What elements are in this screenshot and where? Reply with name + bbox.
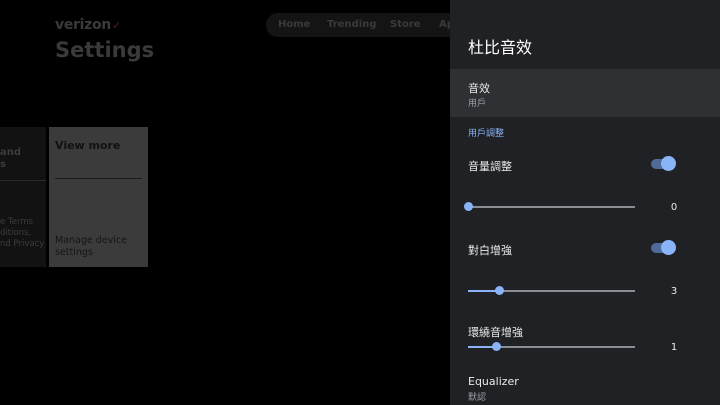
view-more-card[interactable]: View more Manage device settings bbox=[49, 127, 148, 267]
sound-effect-row[interactable] bbox=[450, 69, 720, 117]
toggle-thumb bbox=[661, 240, 676, 255]
manage-device-text: Manage device settings bbox=[55, 235, 127, 258]
nav-store[interactable]: Store bbox=[390, 19, 421, 30]
nav-trending[interactable]: Trending bbox=[327, 19, 376, 30]
brand-name: verizon bbox=[55, 17, 111, 33]
surround-enhancer-label: 環繞音增強 bbox=[468, 326, 523, 339]
dolby-audio-panel: 杜比音效 音效 用戶 用戶調整 音量調整 0 對白增強 3 環繞音增強 1 Eq… bbox=[450, 0, 720, 405]
surround-enhancer-value: 1 bbox=[670, 342, 678, 353]
slider-knob[interactable] bbox=[491, 342, 501, 351]
toggle-thumb bbox=[661, 156, 676, 171]
nav-home[interactable]: Home bbox=[278, 19, 310, 30]
page-title: Settings bbox=[55, 38, 155, 62]
slider-knob[interactable] bbox=[463, 202, 473, 211]
sound-effect-value: 用戶 bbox=[468, 99, 487, 109]
card-heading: and s bbox=[0, 147, 22, 170]
card-divider bbox=[0, 180, 46, 181]
volume-leveler-label: 音量調整 bbox=[468, 160, 512, 173]
equalizer-label[interactable]: Equalizer bbox=[468, 375, 519, 388]
dialogue-enhancer-label: 對白增強 bbox=[468, 244, 512, 257]
volume-leveler-toggle[interactable] bbox=[651, 156, 677, 171]
settings-card-partial[interactable]: and s e Terms ditions, nd Privacy bbox=[0, 127, 46, 267]
top-nav-bar: Home Trending Store Ap bbox=[266, 13, 450, 37]
slider-knob[interactable] bbox=[494, 286, 504, 295]
section-header-user-adjust: 用戶調整 bbox=[468, 129, 505, 139]
verizon-check-icon: ✓ bbox=[111, 19, 121, 32]
verizon-logo: verizon✓ bbox=[55, 17, 121, 33]
slider-rail bbox=[468, 206, 635, 208]
nav-apps[interactable]: Ap bbox=[439, 19, 450, 30]
card-divider bbox=[55, 178, 142, 179]
background-settings-screen: verizon✓ Settings Home Trending Store Ap… bbox=[0, 0, 450, 405]
card-text: e Terms ditions, nd Privacy bbox=[0, 217, 45, 249]
dialogue-enhancer-value: 3 bbox=[670, 286, 678, 297]
dialogue-enhancer-slider[interactable] bbox=[468, 286, 635, 296]
panel-title: 杜比音效 bbox=[468, 38, 533, 57]
volume-leveler-value: 0 bbox=[670, 202, 678, 213]
volume-leveler-slider[interactable] bbox=[463, 202, 635, 212]
dialogue-enhancer-toggle[interactable] bbox=[651, 240, 677, 255]
surround-enhancer-slider[interactable] bbox=[468, 342, 635, 352]
equalizer-value: 默認 bbox=[468, 393, 487, 403]
sound-effect-label: 音效 bbox=[468, 82, 490, 95]
view-more-heading: View more bbox=[55, 139, 121, 152]
